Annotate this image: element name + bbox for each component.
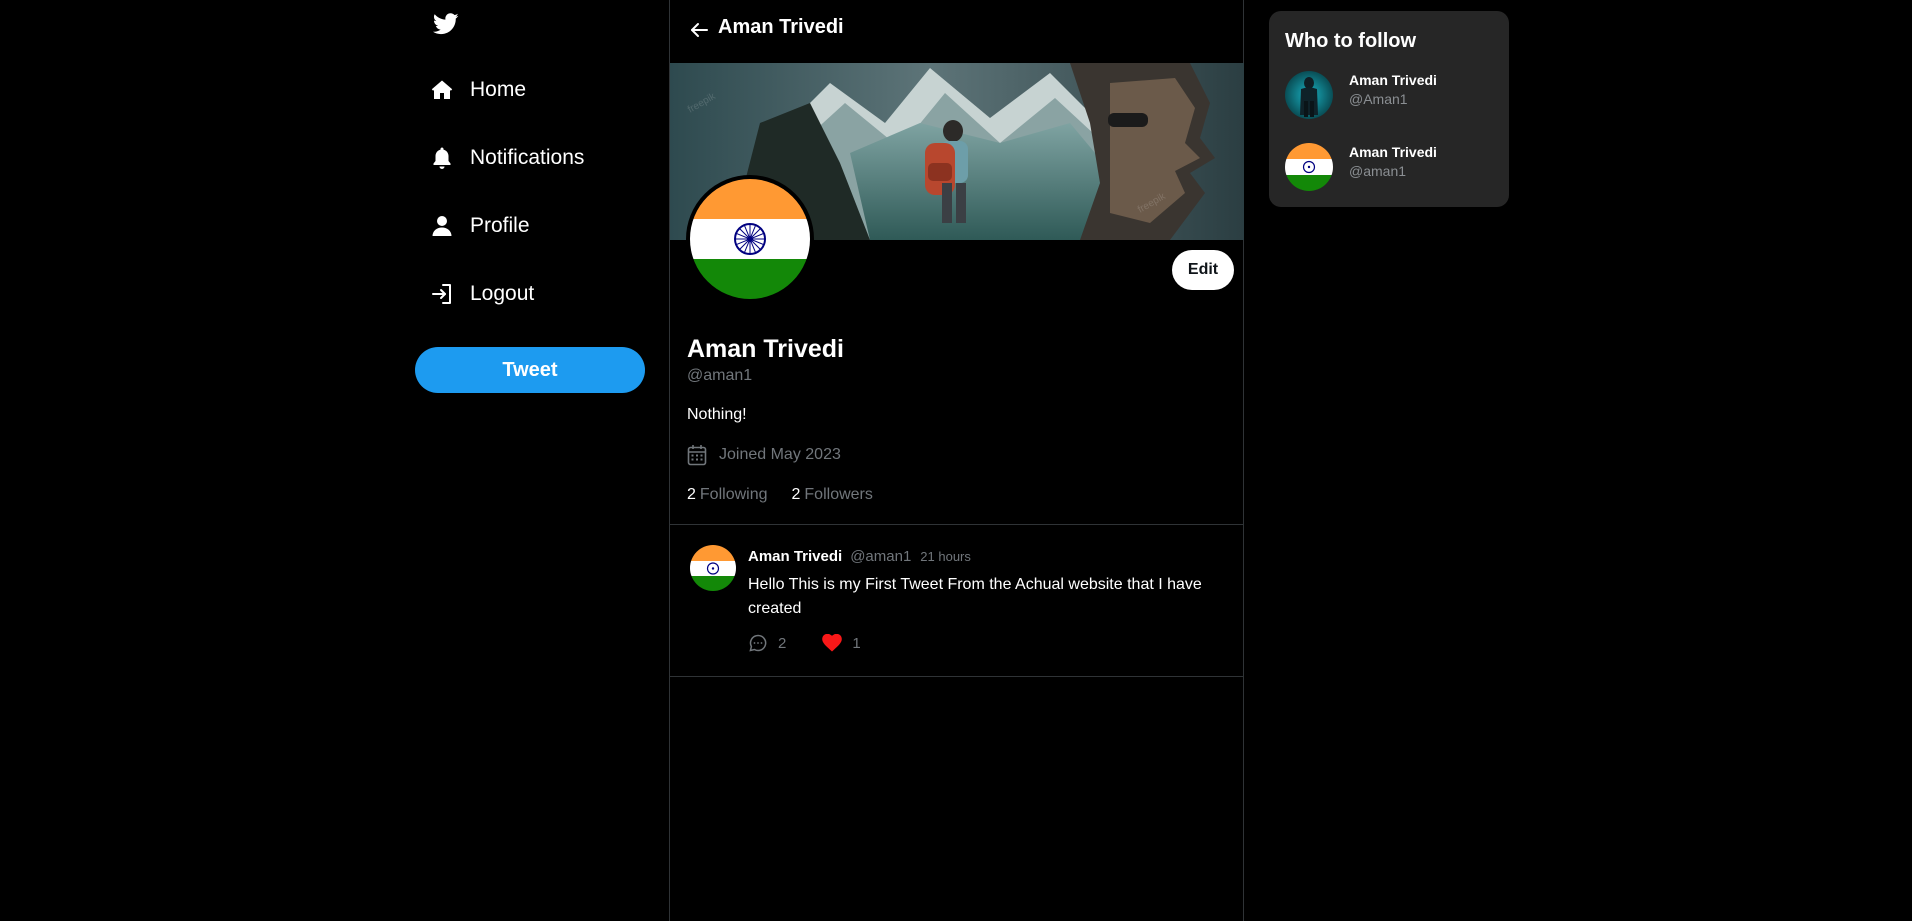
following-count: 2 — [687, 486, 696, 503]
tweet-avatar[interactable] — [690, 545, 736, 591]
arrow-left-icon[interactable] — [688, 19, 710, 41]
who-to-follow-title: Who to follow — [1285, 30, 1417, 52]
calendar-icon — [687, 444, 707, 466]
reply-button[interactable]: 2 — [748, 633, 786, 653]
twitter-bird-icon[interactable] — [430, 10, 462, 38]
tweet-header: Aman Trivedi @aman1 21 hours — [748, 548, 971, 565]
following-label: Following — [699, 486, 768, 503]
following-link[interactable]: 2 Following — [687, 486, 768, 504]
follow-stats: 2 Following 2 Followers — [687, 486, 897, 504]
home-icon — [430, 78, 454, 102]
suggestion-avatar[interactable] — [1285, 71, 1333, 119]
profile-avatar[interactable] — [686, 175, 814, 303]
profile-name: Aman Trivedi — [687, 335, 844, 363]
nav-profile[interactable]: Profile — [430, 206, 530, 246]
reply-count: 2 — [778, 634, 787, 652]
like-button[interactable]: 1 — [822, 633, 861, 653]
suggestion-name: Aman Trivedi — [1349, 144, 1437, 160]
suggestion-avatar[interactable] — [1285, 143, 1333, 191]
suggestion-handle: @Aman1 — [1349, 91, 1408, 107]
profile-header: Aman Trivedi — [670, 0, 1243, 62]
heart-icon — [822, 633, 843, 653]
divider — [670, 676, 1243, 677]
nav-logout[interactable]: Logout — [430, 274, 534, 314]
suggestion-handle: @aman1 — [1349, 163, 1407, 179]
suggestion-name: Aman Trivedi — [1349, 72, 1437, 88]
sidebar: Home Notifications Profile Logout Tweet — [414, 0, 646, 921]
follow-suggestion[interactable]: Aman Trivedi @Aman1 — [1285, 71, 1495, 121]
joined-text: Joined May 2023 — [719, 446, 841, 463]
bell-icon — [430, 146, 454, 170]
nav-notifications-label: Notifications — [470, 146, 585, 169]
joined-date: Joined May 2023 — [687, 444, 841, 466]
tweet-author-handle: @aman1 — [850, 548, 912, 565]
who-to-follow-panel: Who to follow Aman Trivedi @Aman1 Aman T… — [1269, 11, 1509, 207]
profile-handle: @aman1 — [687, 367, 753, 384]
comment-icon — [748, 633, 768, 653]
tweet-timestamp: 21 hours — [920, 549, 971, 564]
tweet-item[interactable]: Aman Trivedi @aman1 21 hours Hello This … — [670, 525, 1243, 676]
main-column: Aman Trivedi freepik freepik Edit Aman T… — [669, 0, 1244, 921]
tweet-author-name[interactable]: Aman Trivedi — [748, 548, 842, 565]
follow-suggestion[interactable]: Aman Trivedi @aman1 — [1285, 143, 1495, 193]
followers-label: Followers — [804, 486, 873, 503]
profile-bio: Nothing! — [687, 406, 747, 423]
like-count: 1 — [852, 634, 861, 652]
nav-notifications[interactable]: Notifications — [430, 138, 584, 178]
user-icon — [430, 214, 454, 238]
nav-home-label: Home — [470, 78, 527, 101]
nav-profile-label: Profile — [470, 214, 530, 237]
followers-link[interactable]: 2 Followers — [792, 486, 873, 504]
followers-count: 2 — [791, 486, 801, 503]
nav-home[interactable]: Home — [430, 70, 526, 110]
nav-logout-label: Logout — [470, 282, 535, 305]
tweet-actions: 2 1 — [748, 633, 897, 653]
tweet-text: Hello This is my First Tweet From the Ac… — [748, 576, 1202, 617]
header-title: Aman Trivedi — [718, 16, 844, 38]
edit-profile-button[interactable]: Edit — [1172, 250, 1234, 290]
tweet-button[interactable]: Tweet — [415, 347, 645, 393]
logout-icon — [430, 282, 454, 306]
